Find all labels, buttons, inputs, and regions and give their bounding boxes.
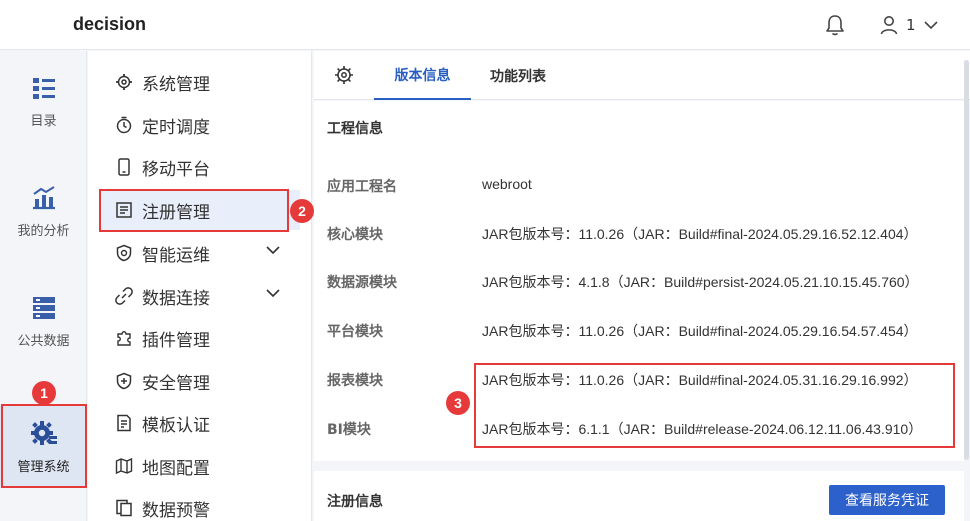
register-info-card: 注册信息 查看服务凭证 [314, 471, 964, 521]
rail-item-label: 公共数据 [17, 333, 70, 349]
rail-item-my-analysis[interactable]: 我的分析 [0, 171, 87, 253]
section-title-register-info: 注册信息 [327, 494, 383, 510]
info-key: 应用工程名 [327, 179, 397, 195]
bell-icon[interactable] [824, 13, 846, 37]
submenu-item-label: 数据连接 [142, 288, 210, 309]
annotation-box-admin [1, 404, 87, 488]
info-key: 数据源模块 [327, 275, 397, 291]
submenu-item-mobile[interactable]: 移动平台 [100, 147, 300, 187]
annotation-badge-1: 1 [32, 381, 56, 405]
gear-icon [114, 72, 134, 92]
submenu-item-label: 移动平台 [142, 159, 210, 180]
submenu-item-label: 定时调度 [142, 117, 210, 138]
shield-icon [114, 371, 134, 391]
annotation-box-versions [474, 363, 955, 448]
info-row: 平台模块 JAR包版本号：11.0.26（JAR：Build#final-202… [314, 319, 964, 343]
info-value: JAR包版本号：4.1.8（JAR：Build#persist-2024.05.… [482, 274, 919, 290]
scrollbar[interactable] [964, 60, 969, 460]
info-value: webroot [482, 176, 532, 192]
timer-icon [114, 115, 134, 135]
rail-item-label: 目录 [30, 113, 57, 129]
submenu-item-label: 安全管理 [142, 373, 210, 394]
submenu-item-label: 地图配置 [142, 458, 210, 479]
annotation-badge-3: 3 [446, 391, 470, 415]
link-icon [114, 286, 134, 306]
info-key: 核心模块 [327, 227, 383, 243]
submenu-item-label: 插件管理 [142, 330, 210, 351]
tab-feature-list[interactable]: 功能列表 [490, 51, 570, 100]
analysis-chart-icon [32, 185, 55, 209]
settings-gear-icon[interactable] [334, 65, 354, 85]
info-row: 应用工程名 webroot [314, 174, 964, 198]
brand-title: decision [73, 14, 147, 34]
database-icon [32, 296, 55, 319]
template-icon [114, 413, 134, 433]
submenu-item-label: 数据预警 [142, 500, 210, 521]
chevron-down-icon[interactable] [266, 245, 280, 255]
chevron-down-icon[interactable] [266, 288, 280, 298]
ops-icon [114, 243, 134, 263]
info-row: 数据源模块 JAR包版本号：4.1.8（JAR：Build#persist-20… [314, 270, 964, 294]
main-panel: 版本信息 功能列表 工程信息 应用工程名 webroot 核心模块 JAR包版本… [314, 51, 970, 521]
rail-item-public-data[interactable]: 公共数据 [0, 281, 87, 363]
submenu-item-map-config[interactable]: 地图配置 [100, 446, 300, 486]
submenu-item-ops[interactable]: 智能运维 [100, 233, 300, 273]
user-icon [880, 16, 898, 35]
info-key: 平台模块 [327, 324, 383, 340]
puzzle-icon [114, 328, 134, 348]
submenu-item-plugins[interactable]: 插件管理 [100, 318, 300, 358]
submenu-item-system[interactable]: 系统管理 [100, 62, 300, 102]
tab-bar: 版本信息 功能列表 [314, 51, 970, 100]
catalog-icon [32, 77, 55, 99]
chevron-down-icon [923, 21, 938, 30]
submenu-item-data-connection[interactable]: 数据连接 [100, 276, 300, 316]
user-menu[interactable]: 1 [880, 12, 950, 38]
info-value: JAR包版本号：11.0.26（JAR：Build#final-2024.05.… [482, 323, 918, 339]
mobile-icon [114, 157, 134, 177]
info-row: 核心模块 JAR包版本号：11.0.26（JAR：Build#final-202… [314, 222, 964, 246]
submenu-item-schedule[interactable]: 定时调度 [100, 105, 300, 145]
alert-doc-icon [114, 498, 134, 518]
view-service-credential-button[interactable]: 查看服务凭证 [829, 485, 945, 515]
submenu-item-security[interactable]: 安全管理 [100, 361, 300, 401]
submenu-item-label: 系统管理 [142, 74, 210, 95]
submenu-item-template-cert[interactable]: 模板认证 [100, 403, 300, 443]
submenu-item-label: 智能运维 [142, 245, 210, 266]
info-key: BI模块 [327, 422, 371, 438]
rail-item-label: 我的分析 [17, 223, 70, 239]
info-value: JAR包版本号：11.0.26（JAR：Build#final-2024.05.… [482, 226, 918, 242]
section-title-project-info: 工程信息 [327, 121, 383, 137]
rail-item-catalog[interactable]: 目录 [0, 61, 87, 143]
submenu-item-data-alert[interactable]: 数据预警 [100, 488, 300, 521]
user-name: 1 [906, 16, 916, 34]
top-header: decision 1 [0, 0, 970, 50]
submenu-item-label: 模板认证 [142, 415, 210, 436]
map-icon [114, 456, 134, 476]
annotation-box-register [99, 189, 289, 232]
annotation-badge-2: 2 [290, 199, 314, 223]
admin-submenu: 系统管理 定时调度 移动平台 注册管理 智能运维 数据连接 插件管理 安全管理 … [88, 51, 312, 521]
tab-version-info[interactable]: 版本信息 [374, 51, 471, 100]
info-key: 报表模块 [327, 373, 383, 389]
